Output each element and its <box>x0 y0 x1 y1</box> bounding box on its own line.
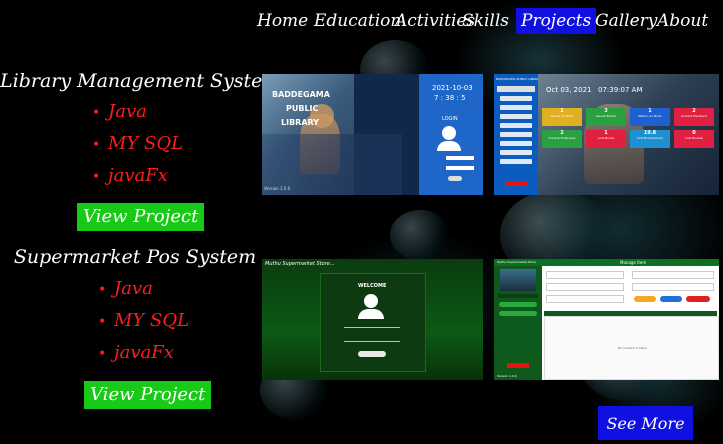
tech-item: • MY SQL <box>92 133 184 154</box>
add-item-button[interactable] <box>634 296 656 302</box>
dashboard-menu-item[interactable] <box>500 132 532 137</box>
tech-item: • javaFx <box>92 165 168 186</box>
nav-about[interactable]: About <box>652 8 713 34</box>
dashboard-tile[interactable]: 1 Lost Books <box>586 130 626 148</box>
dashboard-label <box>498 294 538 298</box>
dashboard-menu-item[interactable] <box>500 141 532 146</box>
project-title: Supermarket Pos System <box>13 246 257 268</box>
login-heading: LOGIN <box>442 116 458 122</box>
dashboard-tile[interactable]: 19.8 Lost Books/Check <box>630 130 670 148</box>
dashboard-tile[interactable]: 1 Return on Book <box>630 108 670 126</box>
tech-item: • Java <box>92 101 147 122</box>
logout-button[interactable] <box>507 363 529 368</box>
admin-badge <box>497 86 535 92</box>
dashboard-tile[interactable]: 1 Issued on Book <box>542 108 582 126</box>
dashboard-tile[interactable]: 3 Issued Books <box>586 108 626 126</box>
dashboard-menu-item[interactable] <box>500 96 532 101</box>
dashboard-tile[interactable]: 2 Current Employee <box>542 130 582 148</box>
time-text: 7 : 38 : 5 <box>434 94 466 102</box>
password-field[interactable] <box>446 166 474 170</box>
dashboard-clock: 07:39:07 AM <box>598 86 643 94</box>
dashboard-date: Oct 03, 2021 <box>546 86 592 94</box>
empty-table-text: No content in table <box>618 346 647 350</box>
library-dashboard-screenshot[interactable]: BADDEGAMA PUBLIC LIBRARY Oct 03, 2021 07… <box>494 74 719 195</box>
dashboard-tile[interactable]: 0 Lost Bookss <box>674 130 714 148</box>
dashboard-title: BADDEGAMA PUBLIC LIBRARY <box>496 77 541 81</box>
manage-title: Manage Item <box>620 260 647 265</box>
welcome-heading: WELCOME <box>358 283 387 289</box>
modify-item-button[interactable] <box>660 296 682 302</box>
password-field[interactable] <box>344 341 400 342</box>
login-button[interactable] <box>448 176 462 181</box>
tech-item: • MY SQL <box>98 310 190 331</box>
view-project-button[interactable]: View Project <box>84 381 212 409</box>
username-field[interactable] <box>446 156 474 160</box>
tech-item: • Java <box>98 278 153 299</box>
dashboard-menu-item[interactable] <box>500 105 532 110</box>
nav-projects[interactable]: Projects <box>516 8 597 34</box>
dashboard-menu-item[interactable] <box>500 150 532 155</box>
tech-item: • javaFx <box>98 342 174 363</box>
logout-button[interactable] <box>505 181 527 186</box>
school-name: BADDEGAMA <box>272 90 330 99</box>
school-name: LIBRARY <box>281 118 320 127</box>
date-text: 2021-10-03 <box>432 84 473 92</box>
dashboard-menu-item[interactable] <box>500 114 532 119</box>
username-field[interactable] <box>344 327 400 328</box>
version-text: Version 1.0.0 <box>497 374 517 378</box>
main-nav: Home Education Activities Skills Project… <box>252 8 723 36</box>
dashboard-menu-item[interactable] <box>500 159 532 164</box>
avatar <box>500 269 536 291</box>
dashboard-tile[interactable]: 2 Current Members <box>674 108 714 126</box>
library-login-screenshot[interactable]: BADDEGAMA PUBLIC LIBRARY 2021-10-03 7 : … <box>262 74 483 195</box>
store-name: Muthu Supermarket Store... <box>265 261 335 267</box>
login-button[interactable] <box>358 351 386 357</box>
school-name: PUBLIC <box>286 104 319 113</box>
view-project-button[interactable]: View Project <box>77 203 205 231</box>
menu-manage-item[interactable] <box>499 302 537 307</box>
supermarket-login-screenshot[interactable]: Muthu Supermarket Store... WELCOME <box>262 259 483 380</box>
project-title: Library Management System <box>0 70 281 92</box>
user-icon-body <box>358 309 384 319</box>
user-icon <box>364 294 378 308</box>
dashboard-menu-item[interactable] <box>500 123 532 128</box>
version-text: Version 1.0.0 <box>264 186 291 191</box>
supermarket-manage-screenshot[interactable]: Muthu Supermarket Store Manage Item Vers… <box>494 259 719 380</box>
menu-system-reports[interactable] <box>499 311 537 316</box>
store-name: Muthu Supermarket Store <box>497 260 536 264</box>
nav-skills[interactable]: Skills <box>457 8 514 34</box>
user-icon <box>442 126 456 140</box>
see-more-button[interactable]: See More <box>598 406 693 440</box>
remove-item-button[interactable] <box>686 296 710 302</box>
nav-home[interactable]: Home <box>252 8 313 34</box>
user-icon-body <box>437 141 461 151</box>
